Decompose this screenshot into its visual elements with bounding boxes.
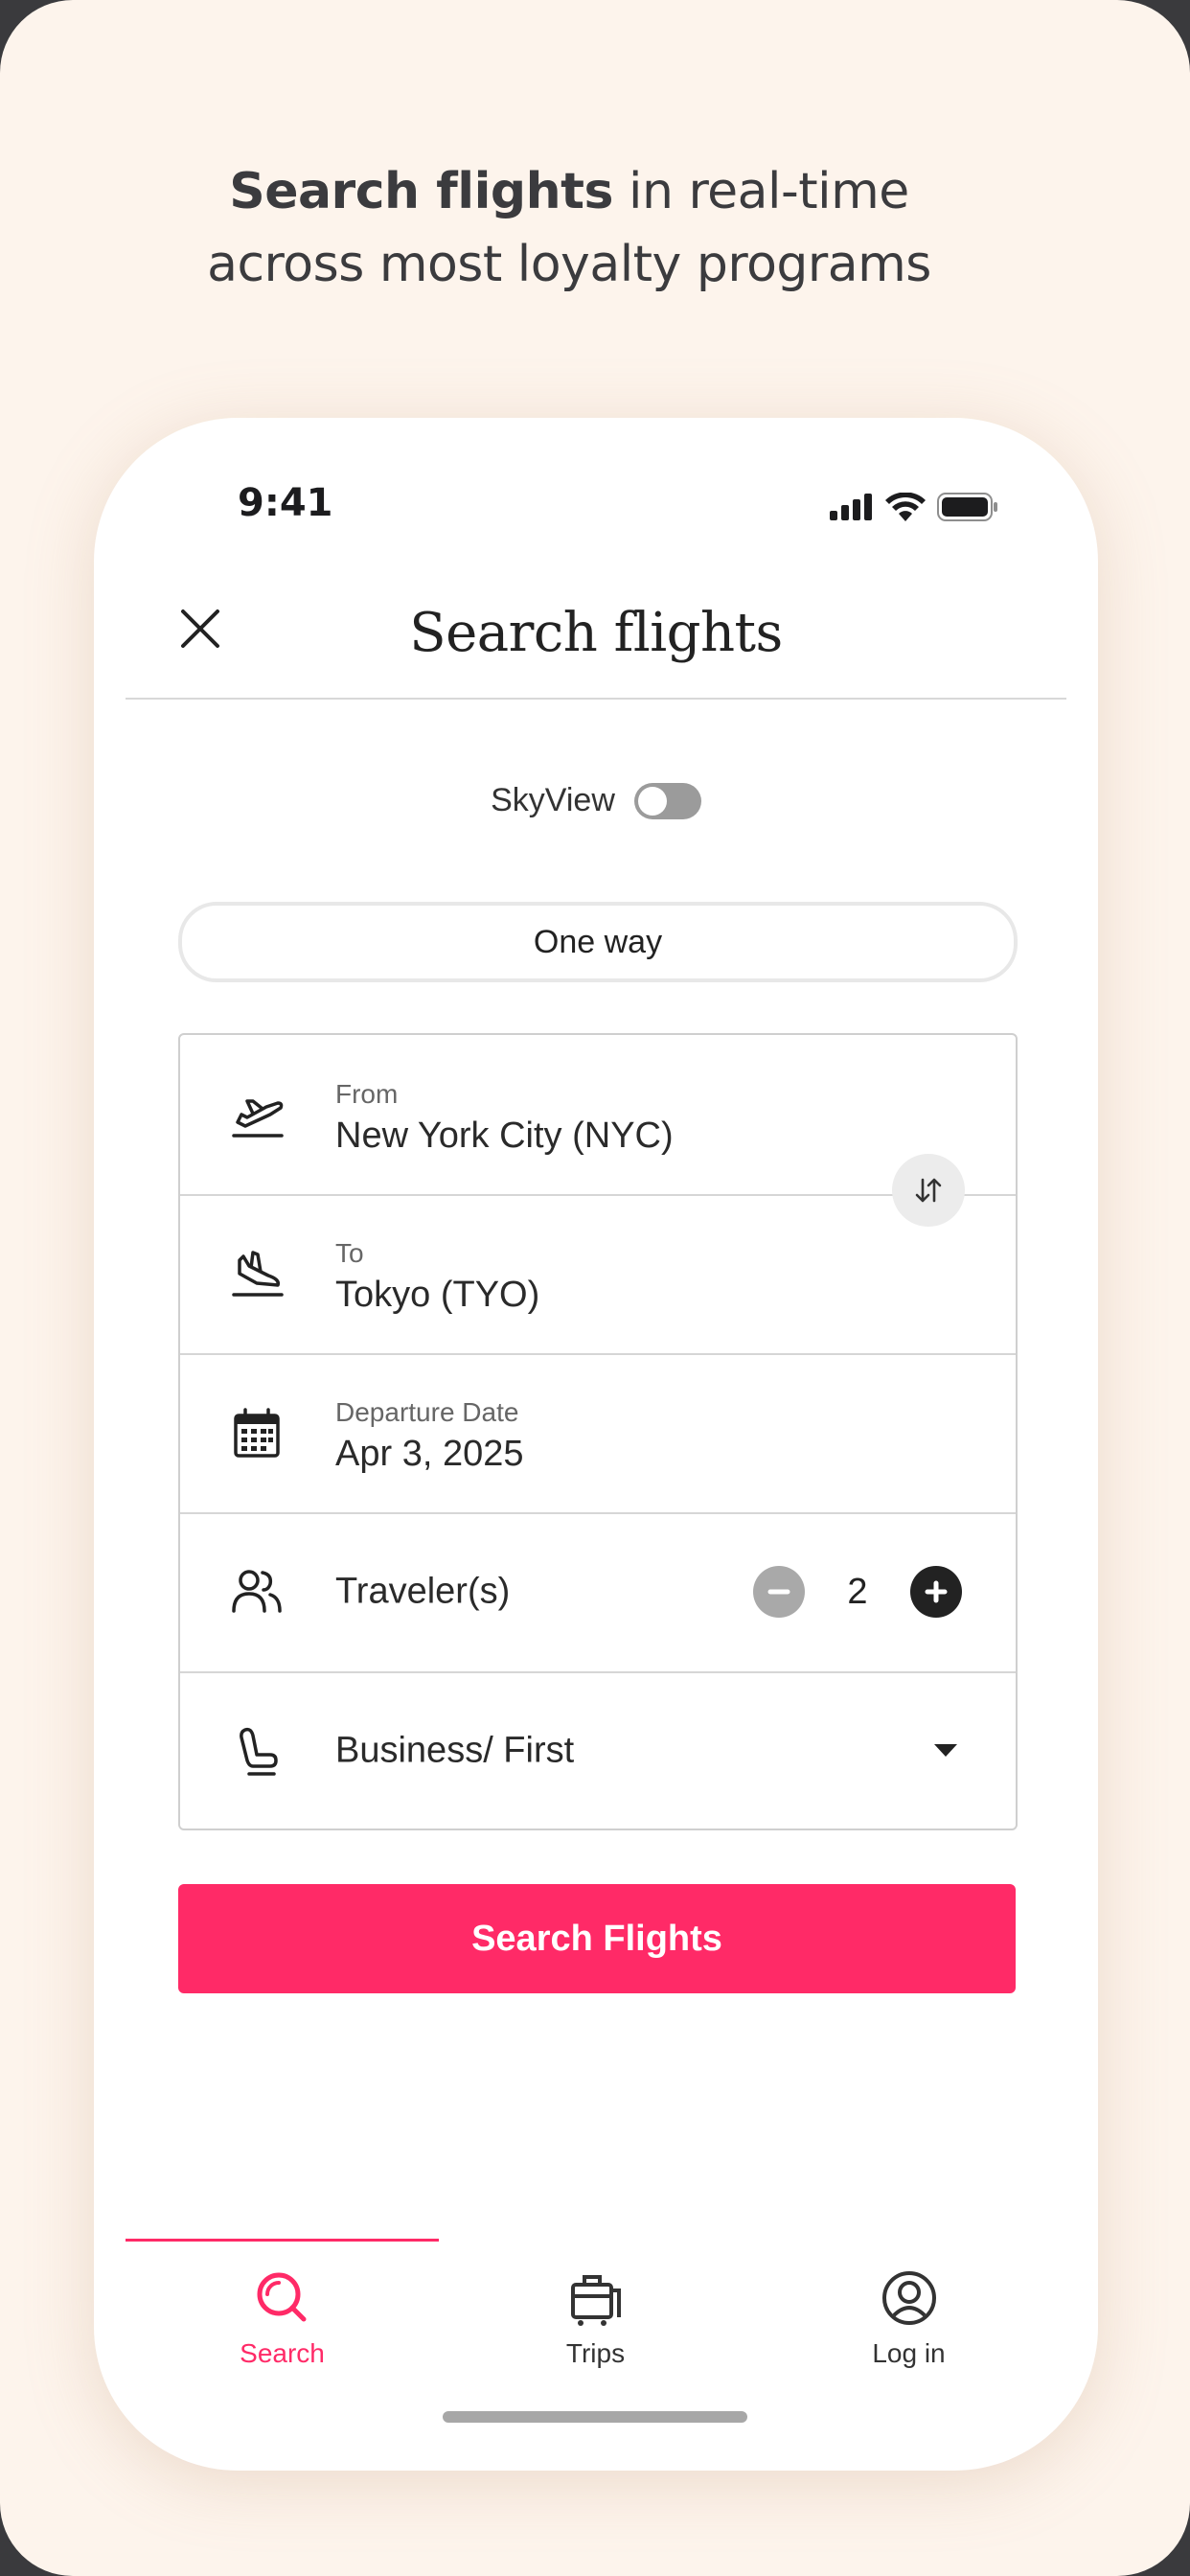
battery-icon [937,493,997,521]
travelers-field: Traveler(s) 2 [180,1512,1016,1673]
home-indicator [443,2411,747,2423]
bottom-tab-bar: Search Trips Log in [126,2239,1066,2430]
tab-log-in-label: Log in [872,2338,946,2368]
minus-icon [767,1589,790,1595]
takeoff-icon [232,1099,284,1138]
headline-rest: in real-time [612,163,909,220]
departure-date-field[interactable]: Departure Date Apr 3, 2025 [180,1353,1016,1514]
signal-icon [830,494,872,520]
departure-label: Departure Date [335,1397,519,1427]
chevron-down-icon [934,1744,957,1757]
from-label: From [335,1079,399,1109]
swap-button[interactable] [892,1154,965,1227]
to-field[interactable]: To Tokyo (TYO) [180,1194,1016,1355]
toggle-knob [637,786,667,816]
to-label: To [335,1238,364,1268]
phone-screen: 9:41 Search flights SkyView One way From… [94,418,1098,2471]
trip-type-selector[interactable]: One way [178,902,1018,982]
tab-trips[interactable]: Trips [439,2267,752,2369]
travelers-label: Traveler(s) [335,1571,511,1612]
from-value: New York City (NYC) [335,1116,674,1156]
user-icon [881,2271,936,2325]
status-time: 9:41 [238,481,333,525]
tab-search-label: Search [240,2338,325,2368]
luggage-icon [570,2275,621,2326]
page-title: Search flights [409,602,783,664]
app-store-canvas: Search flights in real-time across most … [0,0,1190,2576]
increment-button[interactable] [910,1566,962,1618]
decrement-button[interactable] [753,1566,805,1618]
calendar-icon [234,1408,280,1458]
wifi-icon [885,493,926,521]
departure-value: Apr 3, 2025 [335,1434,524,1474]
seat-icon [240,1727,278,1776]
skyview-label: SkyView [491,782,615,818]
skyview-toggle-row: SkyView [94,782,1098,819]
travelers-icon [232,1570,282,1613]
headline-bold: Search flights [229,163,613,220]
from-field[interactable]: From New York City (NYC) [180,1035,1016,1196]
skyview-toggle[interactable] [633,782,701,819]
travelers-stepper: 2 [753,1566,962,1618]
tab-trips-label: Trips [565,2338,626,2368]
flight-search-form: From New York City (NYC) To Tokyo (TYO) [178,1033,1018,1830]
promo-headline: Search flights in real-time across most … [0,155,1138,301]
active-tab-indicator [126,2239,439,2242]
headline-line2: across most loyalty programs [207,236,931,293]
swap-icon [915,1178,942,1203]
plus-icon [925,1580,948,1603]
tab-search[interactable]: Search [126,2267,439,2369]
tab-log-in[interactable]: Log in [752,2267,1065,2369]
cabin-class-field[interactable]: Business/ First [180,1671,1016,1830]
search-flights-button[interactable]: Search Flights [178,1884,1016,1993]
status-icons [830,493,998,521]
cabin-class-value: Business/ First [335,1730,575,1771]
to-value: Tokyo (TYO) [335,1275,540,1315]
landing-icon [232,1251,284,1297]
search-icon [257,2272,306,2322]
nav-bar: Search flights [126,560,1066,700]
travelers-count: 2 [847,1571,868,1612]
